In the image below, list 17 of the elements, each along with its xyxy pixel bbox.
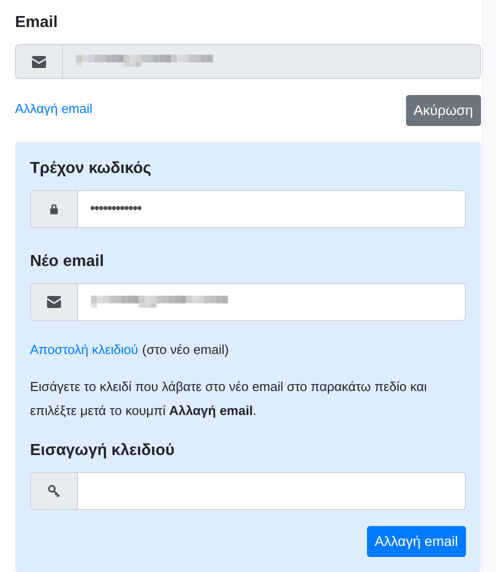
field-label: Τρέχον κωδικός [30, 159, 152, 179]
field-label: Email [15, 13, 59, 33]
change-email-button[interactable]: Αλλαγή email [366, 526, 466, 557]
field-label: Εισαγωγή κλειδιού [30, 441, 176, 461]
input-field[interactable] [77, 472, 466, 510]
envelope-icon [31, 54, 47, 70]
cancel-button[interactable]: Ακύρωση [406, 95, 481, 126]
hint-text: (στο νέο email) [142, 341, 229, 360]
input-field[interactable] [77, 283, 466, 321]
lock-icon [48, 203, 60, 215]
change-email-link[interactable]: Αλλαγή email [15, 99, 92, 118]
send-key-link[interactable]: Αποστολή κλειδιού [30, 340, 138, 360]
envelope-icon [46, 294, 62, 310]
instructions-text: Εισάγετε το κλειδί που λάβατε στο νέο email στο παρακάτω πεδίο και επιλέξτε μετά το κουμπί Αλλαγή email. [30, 378, 428, 420]
input-field[interactable]: •••••••••••• [77, 190, 466, 228]
key-icon [47, 484, 61, 498]
field-label: Νέο email [30, 252, 105, 272]
